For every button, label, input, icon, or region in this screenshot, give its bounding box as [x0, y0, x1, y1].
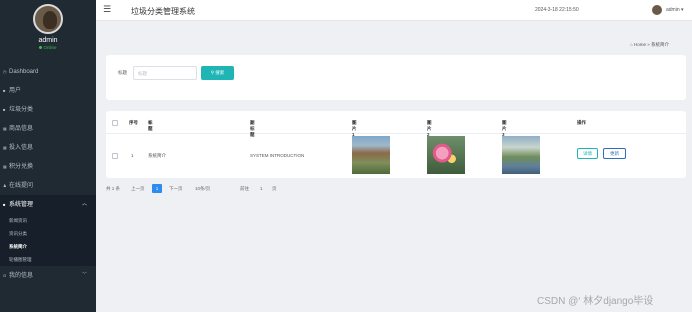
sidebar-item-user[interactable]: ■ 用户: [0, 81, 96, 100]
pager-goto-input[interactable]: 1: [260, 186, 263, 191]
top-header: ☰ 垃圾分类管理系统 2024-3-18 22:15:50 admin ▾: [96, 0, 692, 21]
sidebar-item-label: 投入信息: [9, 145, 34, 151]
sidebar-item-label: 在线提问: [9, 183, 34, 189]
table-header: 序号 标题 ⇕ 副标题 ⇕ 图片1 ⇕ 图片2 ⇕ 图片3 ⇕ 操作: [106, 111, 686, 137]
pager-goto-label: 前往: [240, 186, 249, 191]
row-checkbox[interactable]: [112, 153, 118, 159]
search-button-label: 搜索: [215, 70, 225, 75]
grid-icon: ■: [3, 202, 6, 207]
breadcrumb-current: 系统简介: [651, 42, 670, 47]
sidebar-item-label: 商品信息: [9, 126, 34, 132]
header-avatar[interactable]: [652, 5, 662, 15]
sidebar-subitem-intro[interactable]: 系统简介: [0, 240, 96, 253]
sidebar-item-label: Dashboard: [9, 69, 39, 75]
row-image2-thumbnail[interactable]: [427, 136, 465, 174]
menu-toggle-icon[interactable]: ☰: [103, 4, 111, 15]
avatar[interactable]: [33, 4, 63, 34]
sidebar-username: admin: [38, 37, 58, 44]
pager-next-button[interactable]: 下一页: [169, 186, 183, 192]
search-button[interactable]: ⚲ 搜索: [201, 66, 234, 80]
sidebar-item-my-info[interactable]: ⊡ 我的信息 ﹀: [0, 266, 96, 285]
sidebar-item-label: 积分兑换: [9, 164, 34, 170]
pager-page-size-select[interactable]: 10条/页: [195, 186, 210, 192]
row-subtitle: SYSTEM INTRODUCTION: [250, 153, 305, 158]
sidebar-item-label: 系统管理: [9, 202, 34, 208]
sidebar-item-questions[interactable]: ♟ 在线提问: [0, 176, 96, 195]
home-icon: ⌂: [630, 42, 633, 47]
row-image1-thumbnail[interactable]: [352, 136, 390, 174]
user-profile: admin Online: [0, 0, 96, 62]
sidebar-item-system[interactable]: ■ 系统管理 ︿: [0, 195, 96, 214]
user-icon: ■: [3, 88, 6, 93]
row-index: 1: [131, 153, 134, 158]
person-icon: ♟: [3, 183, 7, 188]
dashboard-icon: ◷: [3, 69, 7, 74]
row-title: 系统简介: [148, 153, 166, 158]
grid-icon: ▦: [3, 145, 7, 150]
sidebar-item-products[interactable]: ▦ 商品信息: [0, 119, 96, 138]
pager-prev-button[interactable]: 上一页: [131, 186, 145, 192]
sidebar-item-category[interactable]: ■ 垃圾分类: [0, 100, 96, 119]
sidebar-subitem-news[interactable]: 新闻资讯: [0, 214, 96, 227]
breadcrumb-home[interactable]: Home: [634, 42, 646, 47]
chevron-down-icon: ▾: [681, 7, 684, 13]
sidebar-item-deposits[interactable]: ▦ 投入信息: [0, 138, 96, 157]
edit-button[interactable]: 更新: [603, 148, 626, 159]
info-icon: ⊡: [3, 273, 7, 278]
sidebar: admin Online ◷ Dashboard ■ 用户 ■ 垃圾分类 ▦ 商品信息 …: [0, 0, 96, 312]
watermark: CSDN @‘ 林夕django毕设: [537, 296, 654, 307]
search-icon: ⚲: [210, 70, 215, 75]
sort-icon: ⇕: [502, 120, 506, 125]
pager-total: 共 1 条: [106, 186, 121, 191]
sidebar-item-points[interactable]: ▦ 积分兑换: [0, 157, 96, 176]
search-label: 标题: [118, 70, 127, 75]
online-status: Online: [0, 45, 96, 50]
sidebar-item-label: 垃圾分类: [9, 107, 34, 113]
header-user-menu[interactable]: admin ▾: [666, 7, 684, 13]
column-header-index: 序号: [129, 120, 138, 125]
column-header-actions: 操作: [577, 120, 586, 125]
sidebar-subitem-news-category[interactable]: 资讯分类: [0, 227, 96, 240]
chevron-up-icon: ︿: [81, 201, 87, 207]
search-input[interactable]: [133, 66, 197, 80]
row-image3-thumbnail[interactable]: [502, 136, 540, 174]
sidebar-item-dashboard[interactable]: ◷ Dashboard: [0, 62, 96, 81]
sidebar-subitem-carousel[interactable]: 轮播图管理: [0, 253, 96, 266]
app-title: 垃圾分类管理系统: [131, 7, 195, 16]
grid-icon: ▦: [3, 164, 7, 169]
sort-icon: ⇕: [148, 120, 152, 125]
pager-page-1[interactable]: 1: [152, 184, 162, 193]
breadcrumb: ⌂ Home » 系统简介: [630, 42, 669, 48]
header-user-name: admin: [666, 7, 680, 13]
sort-icon: ⇕: [352, 120, 356, 125]
sort-icon: ⇕: [427, 120, 431, 125]
category-icon: ■: [3, 107, 6, 112]
sidebar-item-label: 用户: [9, 88, 22, 94]
select-all-checkbox[interactable]: [112, 120, 118, 126]
detail-button[interactable]: 详情: [577, 148, 598, 159]
header-datetime: 2024-3-18 22:15:50: [535, 7, 579, 13]
breadcrumb-separator: »: [647, 42, 650, 47]
online-status-label: Online: [43, 45, 57, 50]
data-table: 序号 标题 ⇕ 副标题 ⇕ 图片1 ⇕ 图片2 ⇕ 图片3 ⇕ 操作 1 系统简…: [106, 111, 686, 178]
search-panel: 标题 ⚲ 搜索: [106, 55, 686, 100]
grid-icon: ▦: [3, 126, 7, 131]
pager-page-unit: 页: [272, 186, 277, 191]
chevron-down-icon: ﹀: [81, 272, 87, 278]
sidebar-item-label: 我的信息: [9, 273, 34, 279]
table-row[interactable]: 1 系统简介 SYSTEM INTRODUCTION 详情 更新: [106, 134, 686, 178]
sort-icon: ⇕: [250, 120, 254, 125]
